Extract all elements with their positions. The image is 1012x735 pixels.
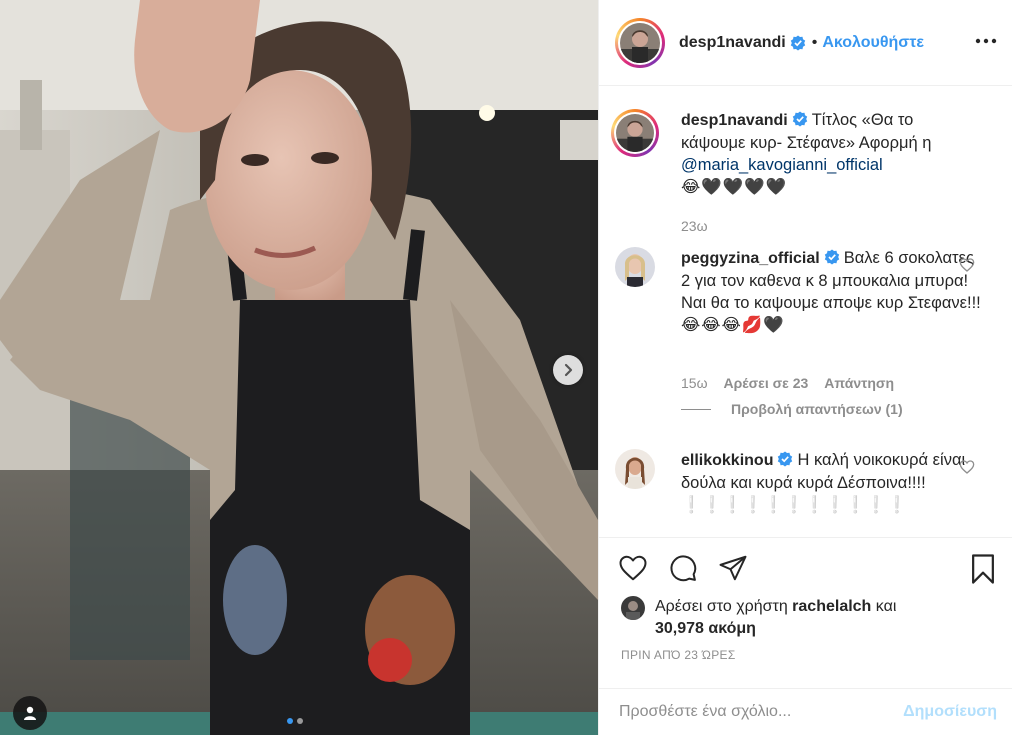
more-horizontal-icon[interactable] [975, 30, 997, 52]
comment-likes-count[interactable]: Αρέσει σε 23 [724, 375, 809, 391]
commenter-username[interactable]: peggyzina_official [681, 250, 820, 267]
avatar-image [615, 247, 655, 287]
post-comment-button[interactable]: Δημοσίευση [903, 703, 997, 721]
commenter-avatar[interactable] [615, 449, 655, 489]
save-bookmark-icon[interactable] [969, 553, 997, 585]
verified-badge-icon [778, 451, 793, 467]
avatar-image [620, 22, 660, 63]
author-username[interactable]: desp1navandi [679, 34, 786, 52]
caption-emojis: 😂🖤🖤🖤🖤 [681, 178, 788, 196]
comment-time[interactable]: 15ω [681, 375, 708, 391]
comment: ellikokkinou Η καλή νοικοκυρά είναι δούλ… [615, 449, 1005, 516]
like-comment-heart-icon[interactable] [959, 257, 975, 273]
follow-separator: • [811, 33, 818, 51]
comment-text: ellikokkinou Η καλή νοικοκυρά είναι δούλ… [681, 449, 981, 516]
comment-bubble-icon[interactable] [667, 553, 699, 583]
comment-emojis: ❕❕❕❕❕❕❕❕❕❕❕ [681, 496, 907, 514]
replies-divider-line [681, 408, 711, 410]
liker-username[interactable]: rachelalch [792, 598, 871, 615]
carousel-indicator [287, 718, 303, 724]
caption-meta: 23ω [681, 218, 708, 234]
verified-badge-icon [790, 35, 805, 50]
carousel-dot-active [287, 718, 293, 724]
comment: peggyzina_official Βαλε 6 σοκολατες 2 γι… [615, 247, 1005, 336]
avatar-image [621, 596, 645, 620]
caption-time[interactable]: 23ω [681, 218, 708, 234]
instagram-post: desp1navandi • Ακολουθήστε desp1navandi … [0, 0, 1012, 735]
verified-badge-icon [792, 111, 807, 127]
chevron-right-icon [564, 363, 573, 377]
view-replies-button[interactable]: Προβολή απαντήσεων (1) [681, 401, 903, 417]
comments-list[interactable]: desp1navandi Τίτλος «Θα το κάψουμε κυρ- … [599, 87, 1012, 536]
commenter-avatar[interactable] [615, 247, 655, 287]
likes-conjunction: και [875, 598, 897, 615]
view-replies-label: Προβολή απαντήσεων (1) [731, 401, 903, 417]
commenter-username[interactable]: ellikokkinou [681, 452, 773, 469]
caption-author-avatar[interactable] [611, 109, 659, 157]
post-header: desp1navandi • Ακολουθήστε [599, 0, 1012, 86]
avatar-image [615, 449, 655, 489]
post-photo[interactable] [0, 0, 598, 735]
likes-summary: Αρέσει στο χρήστη rachelalch και 30,978 … [621, 596, 1001, 640]
verified-badge-icon [824, 249, 839, 265]
caption-username[interactable]: desp1navandi [681, 112, 788, 129]
photo-scene [0, 0, 598, 735]
like-comment-heart-icon[interactable] [959, 459, 975, 475]
post-actions-bar [599, 537, 1012, 597]
post-details-panel: desp1navandi • Ακολουθήστε desp1navandi … [598, 0, 1012, 735]
liker-avatar[interactable] [621, 596, 645, 620]
likes-text: Αρέσει στο χρήστη rachelalch και 30,978 … [655, 596, 896, 640]
tagged-users-button[interactable] [13, 696, 47, 730]
likes-count[interactable]: 30,978 ακόμη [655, 620, 756, 637]
likes-prefix: Αρέσει στο χρήστη [655, 598, 788, 615]
like-heart-icon[interactable] [617, 553, 649, 583]
comment-emojis: 😂😂😂💋🖤 [681, 316, 785, 334]
next-photo-button[interactable] [553, 355, 583, 385]
reply-button[interactable]: Απάντηση [824, 375, 894, 391]
comment-text: peggyzina_official Βαλε 6 σοκολατες 2 γι… [681, 247, 981, 336]
comment-input[interactable] [619, 703, 889, 721]
post-timestamp[interactable]: ΠΡΙΝ ΑΠΌ 23 ΏΡΕΣ [621, 648, 736, 662]
carousel-dot [297, 718, 303, 724]
caption-text: desp1navandi Τίτλος «Θα το κάψουμε κυρ- … [681, 109, 981, 198]
caption: desp1navandi Τίτλος «Θα το κάψουμε κυρ- … [611, 109, 1005, 198]
caption-mention-link[interactable]: @maria_kavogianni_official [681, 156, 883, 174]
share-paper-plane-icon[interactable] [717, 553, 749, 583]
avatar-image [616, 114, 654, 152]
user-icon [24, 706, 36, 720]
add-comment-bar: Δημοσίευση [599, 688, 1012, 735]
follow-button[interactable]: Ακολουθήστε [822, 34, 924, 52]
author-avatar[interactable] [615, 17, 665, 68]
comment-meta: 15ω Αρέσει σε 23 Απάντηση [681, 375, 894, 391]
